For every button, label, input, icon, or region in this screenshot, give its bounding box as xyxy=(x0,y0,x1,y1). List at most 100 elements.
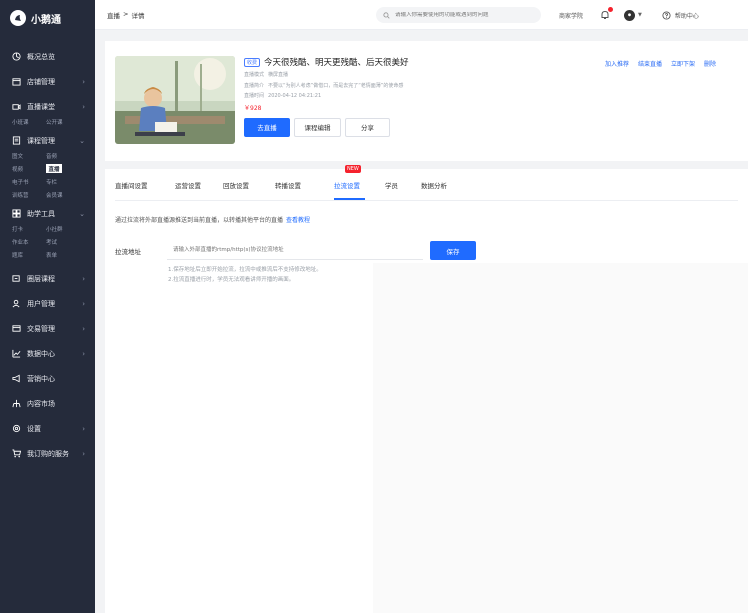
breadcrumb: 直播 > 详情 xyxy=(95,10,375,20)
pull-url-input[interactable] xyxy=(167,240,423,260)
nav-sub-course-2[interactable]: 视频 xyxy=(12,162,46,175)
nav-marketing[interactable]: 营销中心 xyxy=(0,366,95,391)
logo[interactable]: 小鹅通 xyxy=(0,0,95,36)
pull-url-notes: 1.保存地址后立即开始拉流，拉流中或推流后不支持修改地址。 2.拉流直播进行时，… xyxy=(168,265,322,285)
chevron-right-icon: › xyxy=(82,77,85,86)
go-live-button[interactable]: 去直播 xyxy=(244,117,290,137)
save-button[interactable]: 保存 xyxy=(430,241,476,260)
nav-label: 数据中心 xyxy=(27,349,55,358)
merchant-school-link[interactable]: 商家学院 xyxy=(559,11,583,20)
nav-content-market[interactable]: 内容市场 xyxy=(0,391,95,416)
chevron-right-icon: › xyxy=(82,349,85,358)
search-box[interactable] xyxy=(376,7,541,23)
search-input[interactable] xyxy=(395,12,535,18)
nav-trade[interactable]: 交易管理 › xyxy=(0,316,95,341)
chevron-down-icon: ⌄ xyxy=(79,209,85,218)
sidebar: 小鹅通 概况总览 店铺管理 › 直播课堂 › 小班课 公开课 课程管理 ⌄ 图文… xyxy=(0,0,95,613)
chevron-right-icon: › xyxy=(82,102,85,111)
help-center-link[interactable]: 帮助中心 xyxy=(662,10,699,20)
note-line: 2.拉流直播进行时，学员无法观看讲师开播的画面。 xyxy=(168,277,295,283)
chevron-right-icon: › xyxy=(82,299,85,308)
nav-label: 课程管理 xyxy=(27,136,55,145)
nav-label: 用户管理 xyxy=(27,299,55,308)
active-tab-indicator xyxy=(334,198,365,200)
chevron-right-icon: › xyxy=(82,324,85,333)
nav-circle[interactable]: 圈层课程 › xyxy=(0,266,95,291)
meta-time-value: 2020-04-12 04:21:21 xyxy=(268,93,322,99)
nav-sub-assist-0[interactable]: 打卡 xyxy=(12,222,46,235)
nav-user[interactable]: 用户管理 › xyxy=(0,291,95,316)
tab-pull-stream-settings[interactable]: 拉流设置 xyxy=(334,180,360,190)
nav-sub-course-0[interactable]: 图文 xyxy=(12,149,46,162)
nav-shop[interactable]: 店铺管理 › xyxy=(0,69,95,94)
breadcrumb-separator: > xyxy=(123,9,129,18)
pull-stream-tip-text: 通过拉流将外部直播源推送到当前直播，以转播其他平台的直播 xyxy=(115,217,284,224)
book-icon xyxy=(12,136,21,145)
pull-stream-tip: 通过拉流将外部直播源推送到当前直播，以转播其他平台的直播 查看教程 xyxy=(115,215,310,224)
nav-sub-assist-1[interactable]: 小社群 xyxy=(46,222,86,235)
nav-label: 店铺管理 xyxy=(27,77,55,86)
search-icon xyxy=(383,11,390,19)
nav-sub-course-3[interactable]: 直播 xyxy=(46,164,62,173)
nav-overview[interactable]: 概况总览 xyxy=(0,44,95,69)
tab-students[interactable]: 学员 xyxy=(385,180,398,190)
nav-data[interactable]: 数据中心 › xyxy=(0,341,95,366)
new-badge: NEW xyxy=(345,165,361,173)
course-title: 今天很残酷、明天更残酷、后天很美好 xyxy=(264,58,409,68)
megaphone-icon xyxy=(12,374,21,383)
tab-bar: 直播间设置 运营设置 回放设置 转播设置 拉流设置 学员 数据分析 xyxy=(115,169,738,201)
section-divider xyxy=(105,161,748,169)
help-center-label: 帮助中心 xyxy=(674,12,699,20)
content-shade xyxy=(373,263,748,613)
nav-sub-live-0[interactable]: 小班课 xyxy=(12,115,46,128)
nav-label: 概况总览 xyxy=(27,52,55,61)
tab-operation-settings[interactable]: 运营设置 xyxy=(175,180,201,190)
nav-sub-assist-2[interactable]: 作业本 xyxy=(12,235,46,248)
tools-icon xyxy=(12,209,21,218)
chevron-right-icon: › xyxy=(82,424,85,433)
breadcrumb-current: 详情 xyxy=(131,11,145,20)
course-actions: 加入推荐 结束直播 立即下架 删除 xyxy=(605,59,716,68)
nav-sub-assist-4[interactable]: 题库 xyxy=(12,248,46,261)
meta-intro-value: 不要以“为别人考虑”做借口，而是去完了“老情面薄”的使命感 xyxy=(268,82,404,89)
avatar[interactable] xyxy=(624,9,636,21)
top-header: 直播 > 详情 商家学院 ▼ 帮助中心 xyxy=(95,0,748,30)
nav-sub-assist-3[interactable]: 考试 xyxy=(46,235,86,248)
chevron-right-icon: › xyxy=(82,449,85,458)
pricing-tag: 收费 xyxy=(244,57,261,67)
nav-label: 直播课堂 xyxy=(27,102,55,111)
dashboard-icon xyxy=(12,52,21,61)
end-live-link[interactable]: 结束直播 xyxy=(638,59,662,68)
tab-live-room-settings[interactable]: 直播间设置 xyxy=(115,180,148,190)
chevron-down-icon[interactable]: ▼ xyxy=(638,12,642,18)
tab-replay-settings[interactable]: 回放设置 xyxy=(223,180,249,190)
nav-sub-course-5[interactable]: 专栏 xyxy=(46,175,86,188)
chevron-down-icon: ⌄ xyxy=(79,136,85,145)
nav-settings[interactable]: 设置 › xyxy=(0,416,95,441)
view-tutorial-link[interactable]: 查看教程 xyxy=(286,217,310,224)
gear-icon xyxy=(12,424,21,433)
nav-label: 营销中心 xyxy=(27,374,55,383)
breadcrumb-root[interactable]: 直播 xyxy=(107,10,120,20)
nav-sub-assist-5[interactable]: 表单 xyxy=(46,248,86,261)
meta-mode-key: 直播模式 xyxy=(244,72,265,78)
course-meta: 直播模式 横屏直播 直播简介 不要以“为别人考虑”做借口，而是去完了“老情面薄”的使… xyxy=(244,70,544,102)
nav-sub-course-4[interactable]: 电子书 xyxy=(12,175,46,188)
course-price: ￥928 xyxy=(244,104,262,112)
meta-time-key: 直播时间 xyxy=(244,93,265,99)
edit-course-button[interactable]: 课程编辑 xyxy=(294,117,341,137)
nav-ordered-services[interactable]: 我订购的服务 › xyxy=(0,441,95,466)
pull-url-label: 拉流地址 xyxy=(115,248,141,256)
share-button[interactable]: 分享 xyxy=(345,117,390,137)
add-recommend-link[interactable]: 加入推荐 xyxy=(605,59,629,68)
tab-data-analysis[interactable]: 数据分析 xyxy=(421,180,447,190)
nav-sub-course-7[interactable]: 会员课 xyxy=(46,188,86,201)
tab-rebroadcast-settings[interactable]: 转播设置 xyxy=(275,180,301,190)
delete-link[interactable]: 删除 xyxy=(704,59,716,68)
cart-icon xyxy=(12,449,21,458)
nav-sub-course-6[interactable]: 训练营 xyxy=(12,188,46,201)
nav-sub-live-1[interactable]: 公开课 xyxy=(46,115,86,128)
take-down-link[interactable]: 立即下架 xyxy=(671,59,695,68)
nav-sub-course-1[interactable]: 音频 xyxy=(46,149,86,162)
notification-button[interactable] xyxy=(600,7,614,20)
